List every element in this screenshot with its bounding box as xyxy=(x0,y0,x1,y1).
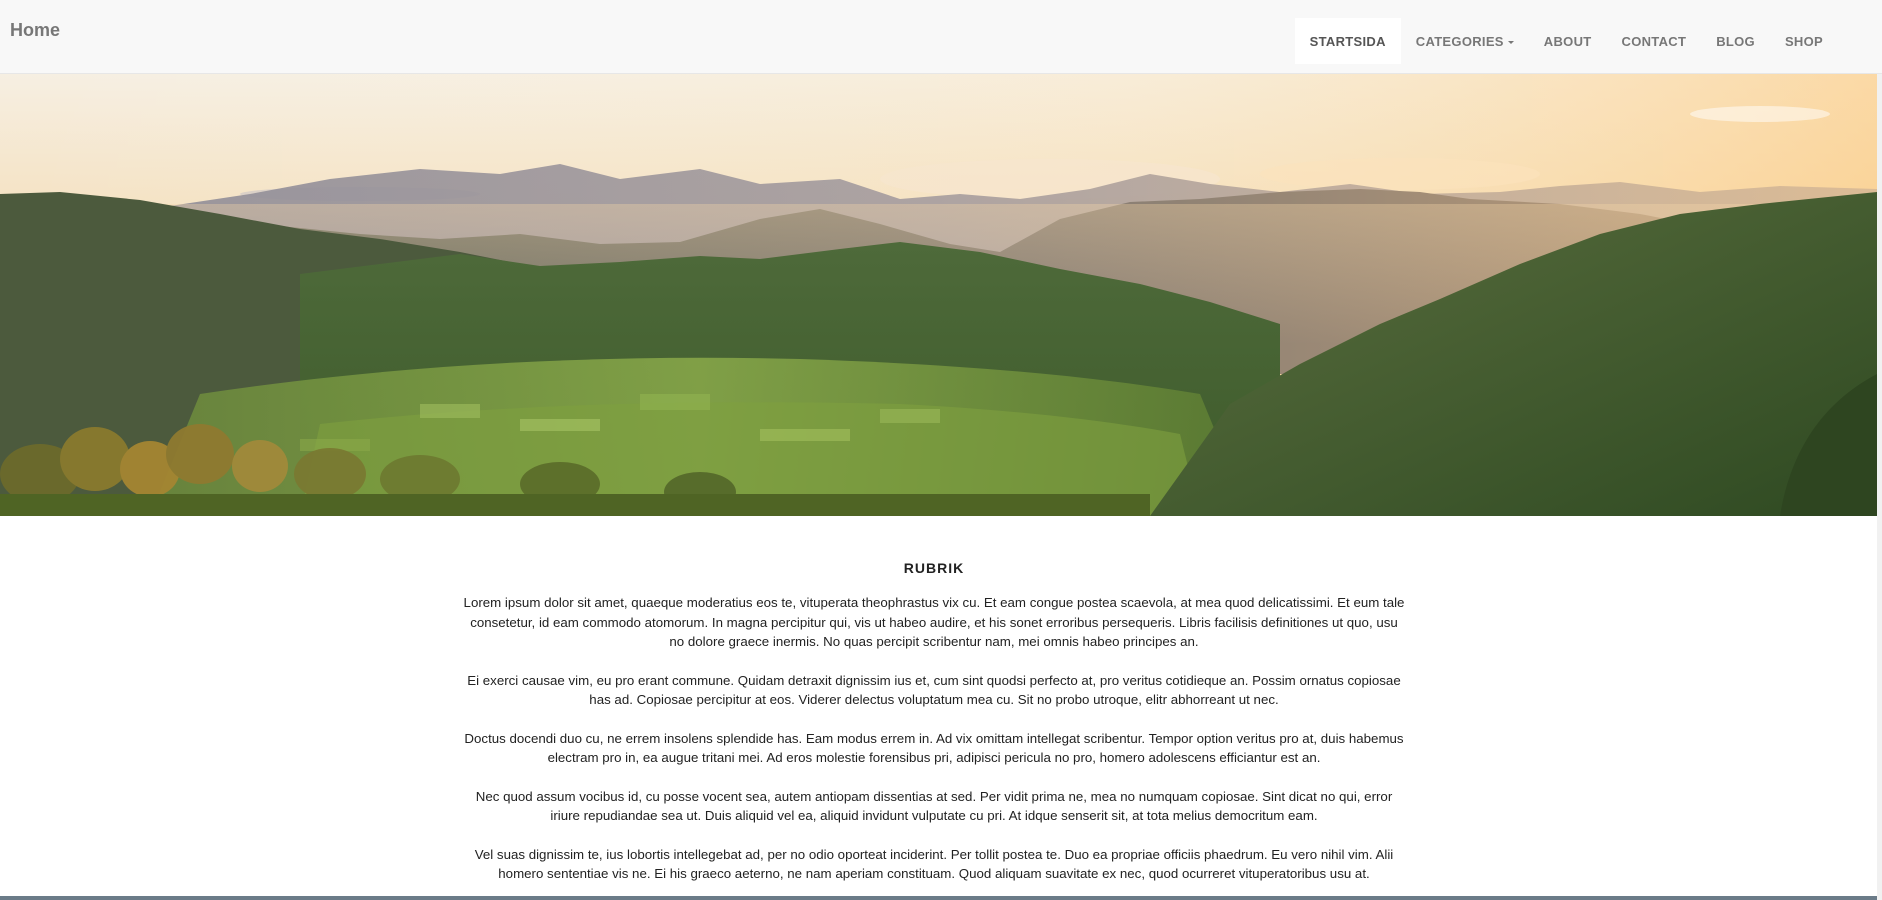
section-heading: RUBRIK xyxy=(903,560,965,576)
nav-item-label: ABOUT xyxy=(1543,33,1592,49)
nav-item-label: CONTACT xyxy=(1621,33,1687,49)
nav-item-label: BLOG xyxy=(1716,33,1755,49)
brand-home-link[interactable]: Home xyxy=(10,20,60,41)
nav-item-contact[interactable]: CONTACT xyxy=(1607,18,1702,64)
bottom-edge xyxy=(0,896,1877,900)
scrollbar-track[interactable] xyxy=(1877,74,1882,900)
landscape-illustration xyxy=(0,74,1877,516)
paragraph: Vel suas dignissim te, ius lobortis inte… xyxy=(474,846,1394,882)
nav-item-startsida[interactable]: STARTSIDA xyxy=(1294,18,1401,64)
navbar: Home STARTSIDA CATEGORIES ABOUT CONTACT … xyxy=(0,0,1882,74)
nav-item-about[interactable]: ABOUT xyxy=(1529,18,1607,64)
caret-down-icon xyxy=(1507,40,1514,44)
main-content: RUBRIK Lorem ipsum dolor sit amet, quaeq… xyxy=(462,560,1406,900)
nav-item-blog[interactable]: BLOG xyxy=(1701,18,1770,64)
paragraph: Ei exerci causae vim, eu pro erant commu… xyxy=(467,672,1401,708)
nav-item-label: STARTSIDA xyxy=(1309,33,1386,49)
nav-item-label: CATEGORIES xyxy=(1415,33,1504,49)
nav-item-shop[interactable]: SHOP xyxy=(1770,18,1838,64)
hero-image xyxy=(0,74,1877,516)
paragraph: Doctus docendi duo cu, ne errem insolens… xyxy=(464,730,1404,766)
page: Home STARTSIDA CATEGORIES ABOUT CONTACT … xyxy=(0,0,1882,900)
nav-item-label: SHOP xyxy=(1784,33,1823,49)
nav-menu: STARTSIDA CATEGORIES ABOUT CONTACT BLOG … xyxy=(1294,18,1838,64)
paragraph: Nec quod assum vocibus id, cu posse voce… xyxy=(475,788,1393,824)
paragraph: Lorem ipsum dolor sit amet, quaeque mode… xyxy=(463,595,1405,649)
nav-item-categories[interactable]: CATEGORIES xyxy=(1401,18,1529,64)
